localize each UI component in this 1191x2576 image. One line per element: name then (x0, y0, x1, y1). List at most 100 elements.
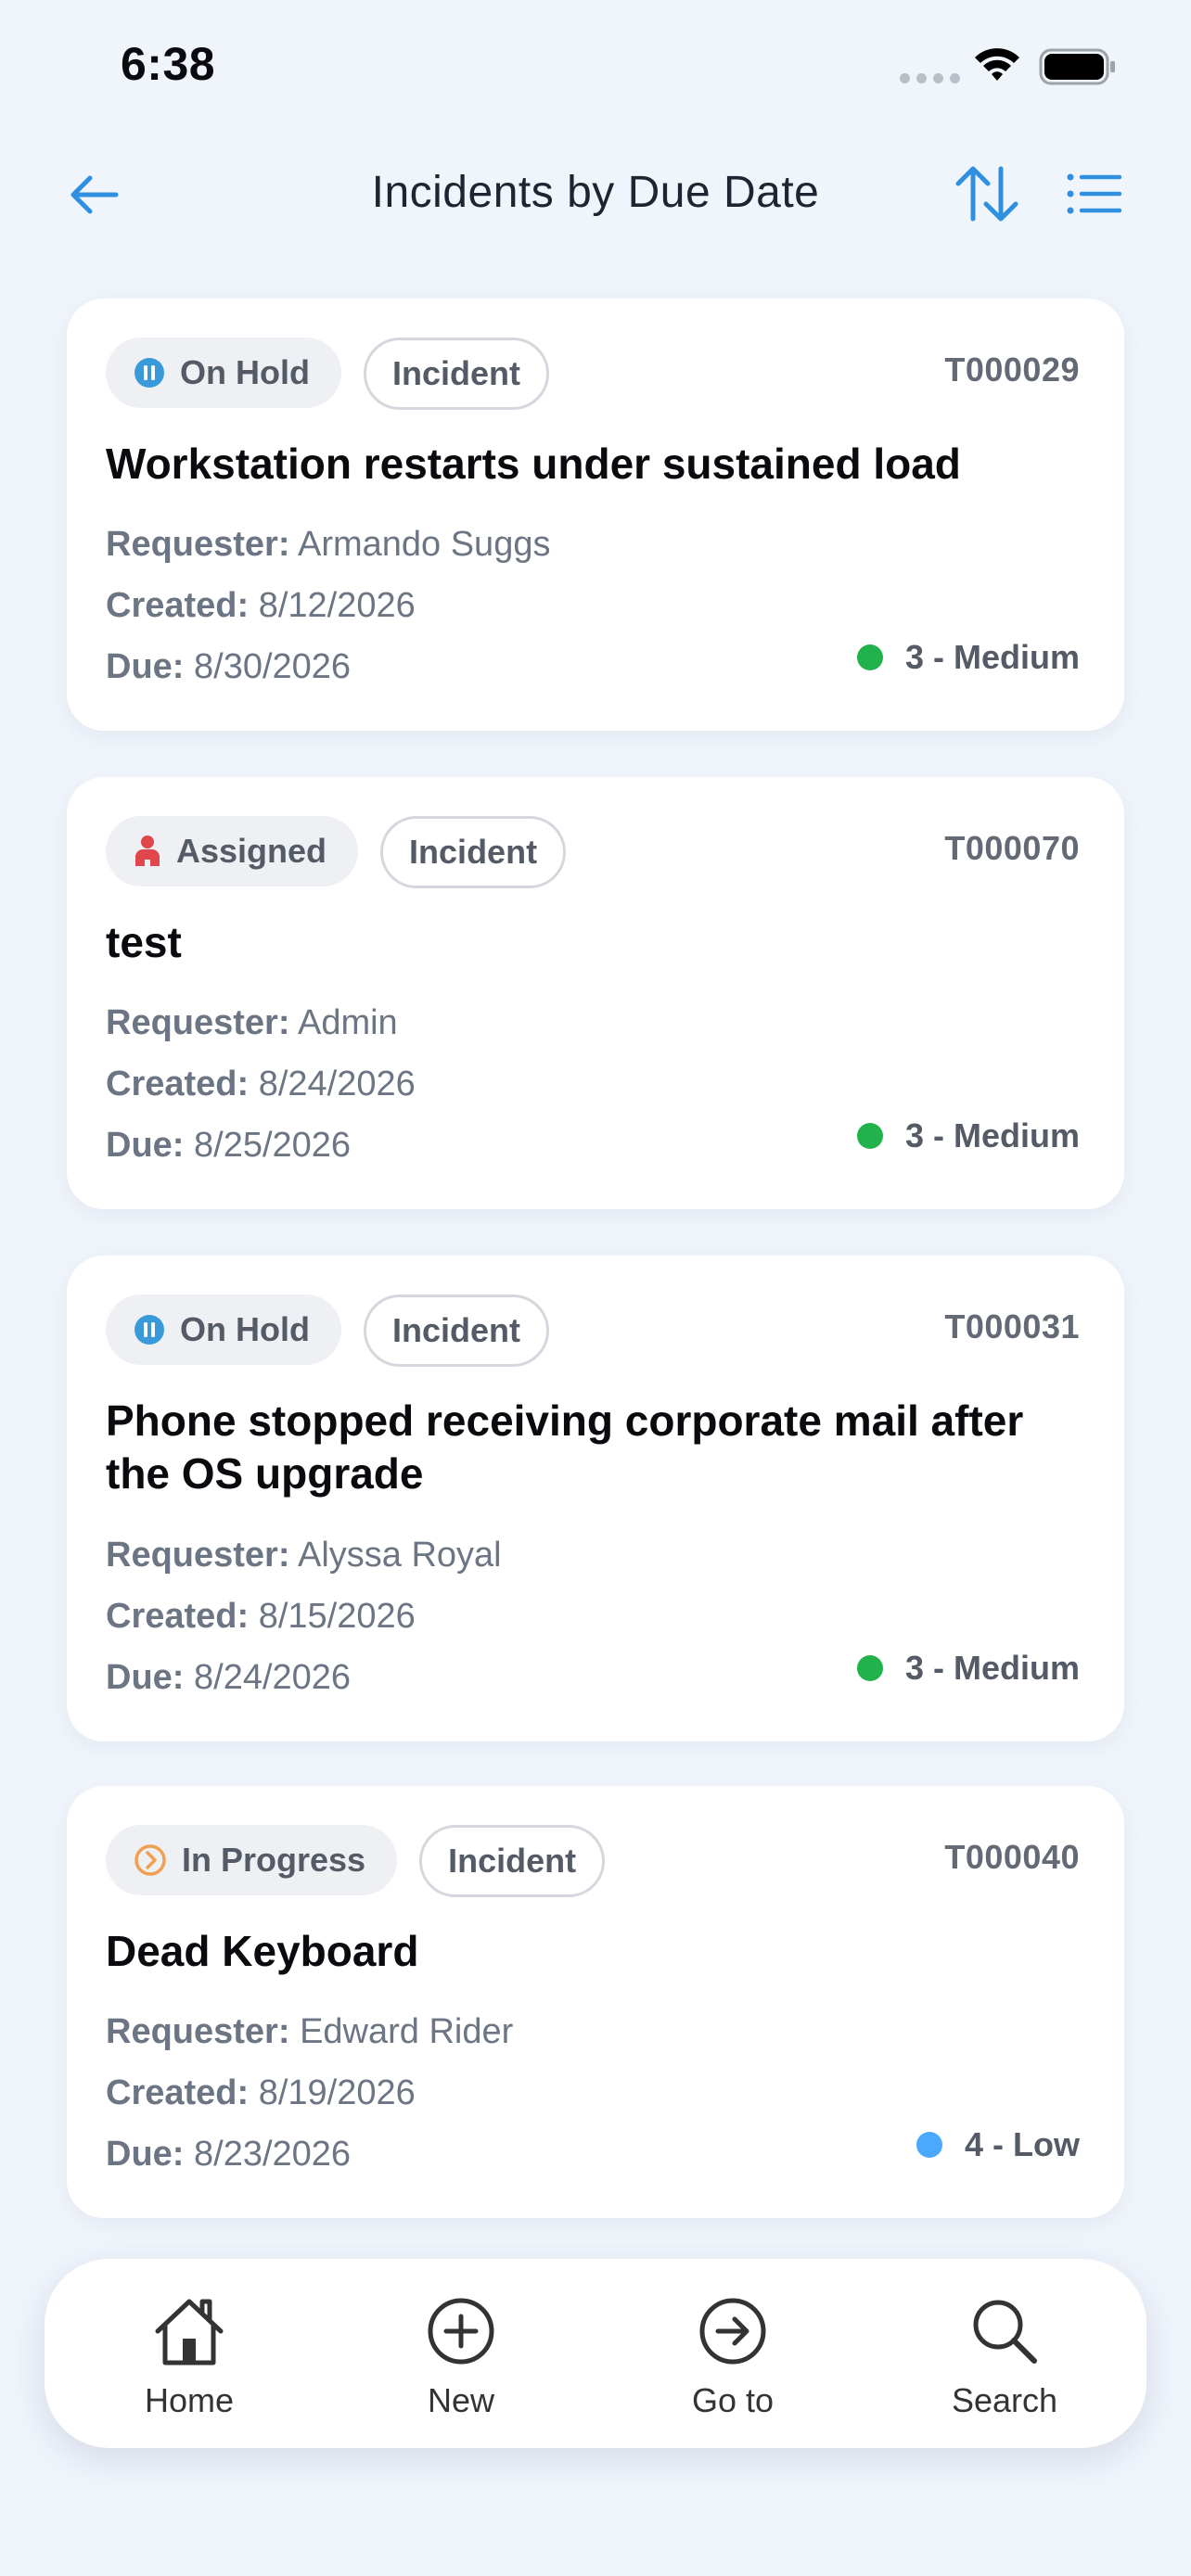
arrow-circle-icon (699, 2298, 766, 2365)
created-value: 8/19/2026 (258, 2073, 416, 2112)
tab-label: Go to (691, 2381, 775, 2419)
status-badge: On Hold (106, 1294, 341, 1365)
ticket-id: T000040 (944, 1838, 1080, 1876)
requester-value: Edward Rider (300, 2012, 514, 2051)
ticket-pills: In Progress Incident (106, 1825, 606, 1897)
ticket-title: test (106, 918, 182, 966)
search-icon (973, 2300, 1037, 2364)
due-label: Due: (106, 647, 185, 686)
status-badge: Assigned (106, 816, 359, 886)
due-label: Due: (106, 1658, 185, 1697)
priority-label: 3 - Medium (904, 1649, 1080, 1687)
ticket-pills: On Hold Incident (106, 1294, 549, 1367)
battery-icon (1039, 48, 1115, 85)
priority-indicator: 4 - Low (916, 2125, 1080, 2164)
ticket-card[interactable]: On Hold Incident T000031 Phone stopped r… (67, 1256, 1124, 1741)
created-label: Created: (106, 2073, 250, 2112)
created-value: 8/15/2026 (258, 1597, 416, 1636)
wifi-icon (975, 48, 1019, 81)
requester-value: Alyssa Royal (297, 1536, 502, 1575)
pause-icon (134, 358, 164, 388)
created-row: Created: 8/19/2026 (106, 2073, 416, 2113)
ticket-card[interactable]: On Hold Incident T000029 Workstation res… (67, 299, 1124, 731)
ticket-card[interactable]: Assigned Incident T000070 test Requester… (67, 777, 1124, 1209)
created-value: 8/24/2026 (258, 1065, 416, 1103)
due-label: Due: (106, 2135, 185, 2174)
priority-label: 3 - Medium (904, 638, 1080, 676)
status-label: In Progress (182, 1841, 366, 1879)
due-row: Due: 8/30/2026 (106, 647, 351, 687)
list-view-button[interactable] (1063, 165, 1124, 223)
ticket-pills: On Hold Incident (106, 338, 549, 410)
list-icon (1067, 173, 1121, 214)
due-label: Due: (106, 1126, 185, 1165)
bottom-tab-bar: Home New Go to Search (45, 2259, 1146, 2448)
nav-header: Incidents by Due Date (0, 139, 1191, 250)
ticket-id: T000031 (944, 1307, 1080, 1345)
requester-label: Requester: (106, 1536, 290, 1575)
tab-label: Search (951, 2381, 1058, 2419)
requester-value: Armando Suggs (297, 525, 551, 564)
due-value: 8/24/2026 (194, 1658, 352, 1697)
created-row: Created: 8/15/2026 (106, 1597, 416, 1637)
due-row: Due: 8/23/2026 (106, 2135, 351, 2174)
person-icon (135, 835, 160, 866)
priority-dot (916, 2132, 942, 2158)
ticket-card[interactable]: In Progress Incident T000040 Dead Keyboa… (67, 1786, 1124, 2218)
requester-row: Requester: Alyssa Royal (106, 1536, 502, 1575)
priority-label: 3 - Medium (904, 1116, 1080, 1154)
tab-search[interactable]: Search (893, 2259, 1116, 2448)
progress-chevron-icon (134, 1844, 166, 1876)
pause-icon (134, 1315, 164, 1345)
created-value: 8/12/2026 (258, 586, 416, 625)
cellular-signal-icon (900, 73, 960, 83)
type-badge: Incident (363, 1294, 549, 1367)
requester-row: Requester: Admin (106, 1003, 398, 1043)
created-label: Created: (106, 1597, 250, 1636)
due-row: Due: 8/24/2026 (106, 1658, 351, 1698)
created-row: Created: 8/24/2026 (106, 1065, 416, 1104)
status-label: Assigned (176, 832, 327, 870)
tab-home[interactable]: Home (78, 2259, 301, 2448)
status-bar: 6:38 (0, 0, 1191, 139)
app-screen: 6:38 Incidents by Due Date On Hold Incid… (0, 0, 1191, 2576)
tab-label: Home (144, 2381, 235, 2419)
tab-new[interactable]: New (350, 2259, 572, 2448)
requester-value: Admin (297, 1003, 398, 1042)
ticket-pills: Assigned Incident (106, 816, 567, 888)
requester-label: Requester: (106, 1003, 290, 1042)
created-label: Created: (106, 1065, 250, 1103)
priority-dot (856, 1655, 883, 1681)
tab-label: New (427, 2381, 495, 2419)
status-label: On Hold (180, 353, 310, 391)
requester-label: Requester: (106, 525, 290, 564)
sort-arrows-icon (955, 166, 1018, 222)
due-value: 8/23/2026 (194, 2135, 352, 2174)
due-value: 8/30/2026 (194, 647, 352, 686)
tab-go-to[interactable]: Go to (621, 2259, 844, 2448)
priority-label: 4 - Low (965, 2125, 1080, 2163)
priority-dot (856, 644, 883, 670)
status-badge: In Progress (106, 1825, 398, 1895)
type-badge: Incident (363, 338, 549, 410)
created-row: Created: 8/12/2026 (106, 586, 416, 626)
ticket-title: Workstation restarts under sustained loa… (106, 440, 961, 488)
status-badge: On Hold (106, 338, 341, 408)
due-row: Due: 8/25/2026 (106, 1126, 351, 1166)
home-icon (155, 2299, 224, 2366)
sort-button[interactable] (952, 161, 1022, 226)
ticket-title: Phone stopped receiving corporate mail a… (106, 1396, 1024, 1498)
plus-circle-icon (428, 2298, 494, 2365)
status-time: 6:38 (121, 38, 216, 90)
requester-row: Requester: Armando Suggs (106, 525, 550, 565)
created-label: Created: (106, 586, 250, 625)
priority-indicator: 3 - Medium (856, 1649, 1080, 1688)
type-badge: Incident (419, 1825, 606, 1897)
priority-dot (856, 1123, 883, 1149)
status-label: On Hold (180, 1310, 310, 1348)
requester-row: Requester: Edward Rider (106, 2012, 513, 2052)
requester-label: Requester: (106, 2012, 290, 2051)
ticket-title: Dead Keyboard (106, 1927, 419, 1975)
ticket-id: T000070 (944, 829, 1080, 867)
priority-indicator: 3 - Medium (856, 1116, 1080, 1155)
